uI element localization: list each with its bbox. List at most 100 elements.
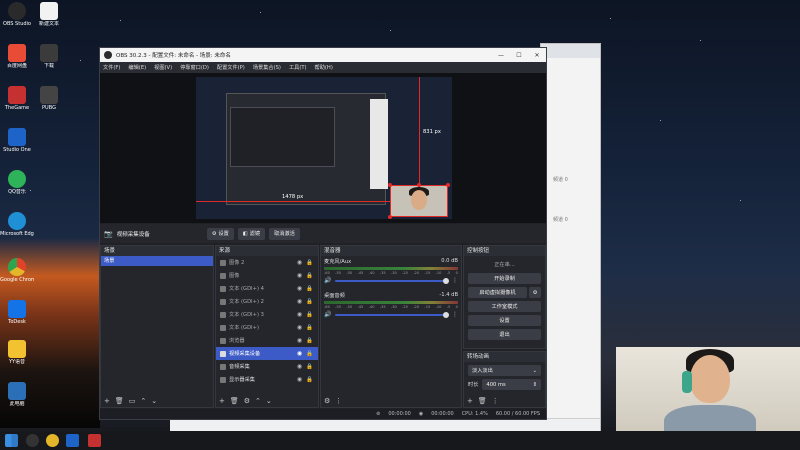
menu-help[interactable]: 帮助(H)	[315, 64, 333, 71]
record-time: 00:00:00	[431, 411, 454, 417]
transitions-header: 转场动画	[464, 352, 545, 362]
transition-menu-icon[interactable]: ⋮	[492, 397, 499, 405]
menu-edit[interactable]: 编辑(E)	[128, 64, 146, 71]
move-up-icon[interactable]: ⌃	[255, 397, 261, 405]
start-recording-button[interactable]: 开始录制	[468, 273, 541, 284]
source-item[interactable]: 文本 (GDI+) 3 ◉ 🔒	[216, 308, 318, 321]
resize-handle-icon[interactable]	[417, 183, 421, 187]
lock-icon: 🔒	[306, 363, 313, 370]
measure-vertical-label: 831 px	[423, 129, 441, 135]
resize-handle-icon[interactable]	[388, 215, 392, 219]
resize-handle-icon[interactable]	[388, 183, 392, 187]
volume-slider[interactable]	[335, 311, 449, 318]
menu-view[interactable]: 视图(V)	[154, 64, 172, 71]
desktop-icon-studio-one[interactable]: Studio One	[0, 128, 34, 153]
source-item[interactable]: 图像 ◉ 🔒	[216, 269, 318, 282]
add-source-button[interactable]: +	[219, 397, 225, 405]
virtual-camera-button[interactable]: 启动虚拟摄像机	[468, 287, 527, 298]
maximize-button[interactable]: ☐	[510, 52, 528, 59]
studio-mode-button[interactable]: 工作室模式	[468, 301, 541, 312]
remove-scene-icon[interactable]: 🗑	[115, 397, 124, 405]
source-properties-icon[interactable]: ⚙	[244, 397, 250, 405]
move-up-icon[interactable]: ⌃	[140, 397, 146, 405]
desktop-icon-chrome[interactable]: Google Chrome	[0, 258, 34, 283]
remove-transition-icon[interactable]: 🗑	[478, 397, 487, 405]
menu-file[interactable]: 文件(F)	[103, 64, 120, 71]
menu-profile[interactable]: 配置文件(P)	[217, 64, 245, 71]
desktop-icon-this-pc[interactable]: 此电脑	[0, 382, 34, 407]
visibility-icon: ◉	[296, 350, 303, 357]
desktop-icon-qqmusic[interactable]: QQ音乐	[0, 170, 34, 195]
speaker-icon[interactable]: 🔊	[324, 311, 331, 318]
visibility-icon: ◉	[296, 311, 303, 318]
obs-taskbar-icon[interactable]	[26, 434, 39, 447]
duration-input[interactable]: 400 ms ⇕	[482, 379, 541, 390]
mixer-header: 混音器	[321, 246, 461, 256]
source-filters-button[interactable]: ◧ 滤镜	[237, 227, 266, 240]
source-item[interactable]: 文本 (GDI+) 4 ◉ 🔒	[216, 282, 318, 295]
settings-button[interactable]: 设置	[468, 315, 541, 326]
transition-select[interactable]: 淡入淡出 ⌄	[468, 365, 541, 376]
resize-handle-icon[interactable]	[446, 183, 450, 187]
desktop-icon-pubg[interactable]: PUBG	[32, 86, 66, 111]
visibility-icon: ◉	[296, 272, 303, 279]
desktop-icon-edge[interactable]: Microsoft Edge	[0, 212, 34, 237]
visibility-icon: ◉	[296, 337, 303, 344]
source-settings-button[interactable]: ⚙ 设置	[206, 227, 234, 240]
scene-filters-icon[interactable]: ▭	[129, 397, 136, 405]
deactivate-button[interactable]: 取消激活	[269, 227, 300, 240]
source-item[interactable]: 音频采集 ◉ 🔒	[216, 360, 318, 373]
exit-button[interactable]: 退出	[468, 329, 541, 340]
source-item[interactable]: 图像 2 ◉ 🔒	[216, 256, 318, 269]
preview-area[interactable]: 831 px 1478 px	[100, 73, 546, 223]
sources-dock: 来源 图像 2 ◉ 🔒 图像 ◉ 🔒 文本 (GDI+) 4 ◉ 🔒 文本 (GDI+) 2…	[215, 245, 319, 408]
visibility-icon: ◉	[296, 285, 303, 292]
menu-docks[interactable]: 停靠窗口(D)	[180, 64, 209, 71]
desktop-icon-text[interactable]: 新建文本	[32, 2, 66, 27]
mixer-settings-icon[interactable]: ⚙	[324, 397, 330, 405]
preview-webcam-source[interactable]	[390, 185, 448, 217]
app-taskbar-icon[interactable]	[88, 434, 101, 447]
mixer-menu-icon[interactable]: ⋮	[452, 277, 458, 284]
minimize-button[interactable]: —	[492, 52, 510, 59]
channel-db: 0.0 dB	[441, 258, 458, 264]
virtual-camera-settings-icon[interactable]: ⚙	[529, 287, 541, 298]
source-item[interactable]: 浏览器 ◉ 🔒	[216, 334, 318, 347]
desktop-icon-baidu[interactable]: 百度网盘	[0, 44, 34, 69]
browser-window[interactable]: 频道 0 频道 0	[540, 43, 601, 433]
speaker-icon[interactable]: 🔊	[324, 277, 331, 284]
desktop-icon-download[interactable]: 下载	[32, 44, 66, 69]
add-scene-button[interactable]: +	[104, 397, 110, 405]
move-down-icon[interactable]: ⌄	[266, 397, 272, 405]
source-item[interactable]: 文本 (GDI+) ◉ 🔒	[216, 321, 318, 334]
windows-start-icon[interactable]	[5, 434, 18, 447]
add-transition-button[interactable]: +	[467, 397, 473, 405]
studio-one-taskbar-icon[interactable]	[66, 434, 79, 447]
desktop-icon-yy[interactable]: YY语音	[0, 340, 34, 365]
document-icon	[40, 2, 58, 20]
desktop-icon-obs[interactable]: OBS Studio	[0, 2, 34, 27]
mixer-menu-icon[interactable]: ⋮	[335, 397, 342, 405]
scene-item[interactable]: 场景	[101, 256, 213, 266]
remove-source-icon[interactable]: 🗑	[230, 397, 239, 405]
visibility-icon: ◉	[296, 363, 303, 370]
music-icon	[8, 170, 26, 188]
desktop-icon-todesk[interactable]: ToDesk	[0, 300, 34, 325]
move-down-icon[interactable]: ⌄	[151, 397, 157, 405]
obs-window[interactable]: OBS 30.2.3 - 配置文件: 未命名 - 场景: 未命名 — ☐ ✕ 文…	[99, 47, 547, 420]
source-item[interactable]: 显示器采集 ◉ 🔒	[216, 373, 318, 386]
desktop-icon-thegame[interactable]: TheGame	[0, 86, 34, 111]
sources-header: 来源	[216, 246, 318, 256]
menu-scene-collection[interactable]: 场景集合(S)	[253, 64, 281, 71]
mixer-menu-icon[interactable]: ⋮	[452, 311, 458, 318]
preview-canvas[interactable]: 831 px 1478 px	[196, 77, 452, 219]
chrome-taskbar-icon[interactable]	[46, 434, 59, 447]
volume-meter	[324, 267, 458, 270]
volume-slider[interactable]	[335, 277, 449, 284]
source-item-selected[interactable]: 视频采集设备 ◉ 🔒	[216, 347, 318, 360]
close-button[interactable]: ✕	[528, 52, 546, 59]
source-item[interactable]: 文本 (GDI+) 2 ◉ 🔒	[216, 295, 318, 308]
mixer-channel-mic: 麦克风/Aux 0.0 dB -60 -55 -50 -45 -40 -35 -30 -25 -2…	[321, 256, 461, 286]
menu-tools[interactable]: 工具(T)	[289, 64, 307, 71]
source-toolbar: 📷 视频采集设备 ⚙ 设置 ◧ 滤镜 取消激活	[100, 224, 546, 243]
